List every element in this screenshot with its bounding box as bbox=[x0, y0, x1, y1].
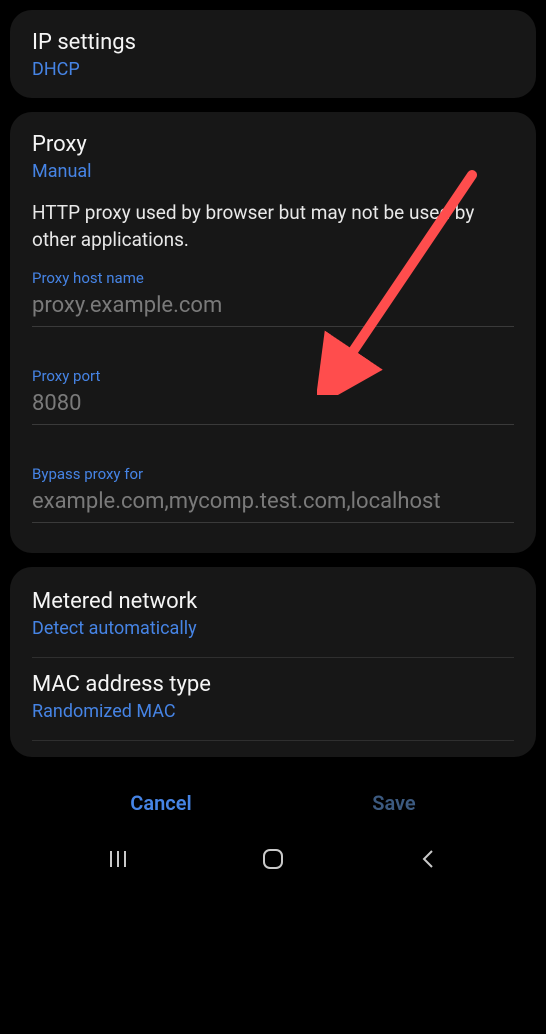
proxy-section: Proxy Manual HTTP proxy used by browser … bbox=[10, 112, 536, 553]
ip-settings-value: DHCP bbox=[32, 59, 514, 80]
proxy-host-input[interactable] bbox=[32, 289, 514, 327]
cancel-button[interactable]: Cancel bbox=[100, 781, 221, 825]
divider bbox=[32, 657, 514, 658]
proxy-bypass-label: Bypass proxy for bbox=[32, 465, 514, 483]
mac-address-value: Randomized MAC bbox=[32, 701, 514, 722]
recents-icon[interactable] bbox=[78, 839, 158, 879]
divider bbox=[32, 740, 514, 741]
proxy-port-input[interactable] bbox=[32, 387, 514, 425]
dialog-button-bar: Cancel Save bbox=[0, 771, 546, 835]
ip-settings-section[interactable]: IP settings DHCP bbox=[10, 10, 536, 98]
proxy-port-label: Proxy port bbox=[32, 367, 514, 385]
proxy-bypass-input[interactable] bbox=[32, 485, 514, 523]
back-icon[interactable] bbox=[388, 839, 468, 879]
home-icon[interactable] bbox=[233, 839, 313, 879]
proxy-bypass-field-group: Bypass proxy for bbox=[32, 465, 514, 523]
proxy-title: Proxy bbox=[32, 132, 514, 157]
proxy-port-field-group: Proxy port bbox=[32, 367, 514, 425]
network-meta-section: Metered network Detect automatically MAC… bbox=[10, 567, 536, 757]
proxy-host-label: Proxy host name bbox=[32, 269, 514, 287]
ip-settings-title: IP settings bbox=[32, 30, 514, 55]
metered-network-row[interactable]: Metered network Detect automatically bbox=[32, 589, 514, 643]
save-button[interactable]: Save bbox=[342, 781, 445, 825]
proxy-description: HTTP proxy used by browser but may not b… bbox=[32, 200, 514, 253]
metered-network-value: Detect automatically bbox=[32, 618, 514, 639]
android-nav-bar bbox=[0, 835, 546, 883]
proxy-host-field-group: Proxy host name bbox=[32, 269, 514, 327]
mac-address-row[interactable]: MAC address type Randomized MAC bbox=[32, 672, 514, 726]
proxy-header[interactable]: Proxy Manual bbox=[32, 132, 514, 186]
metered-network-title: Metered network bbox=[32, 589, 514, 614]
mac-address-title: MAC address type bbox=[32, 672, 514, 697]
proxy-value: Manual bbox=[32, 161, 514, 182]
